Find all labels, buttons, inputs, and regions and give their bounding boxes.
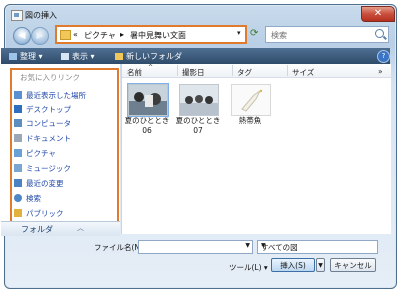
favorites-title: お気に入りリンク [20,73,80,82]
breadcrumb-current-folder[interactable]: 暑中見舞い文面 [130,30,186,41]
folder-icon [60,30,71,40]
column-divider[interactable] [177,65,178,76]
title-bar[interactable]: 図の挿入 ✕ [5,5,396,25]
help-icon[interactable]: ? [377,50,390,63]
fav-label: 検索 [26,194,41,203]
new-folder-button[interactable]: 新しいフォルダ [115,51,182,62]
fav-link-music[interactable]: ミュージック [14,163,114,177]
picture-icon [11,10,23,21]
file-name-suffix: 06 [142,126,152,135]
file-label[interactable]: 熱帯魚 [226,116,274,126]
fav-link-desktop[interactable]: デスクトップ [14,104,114,118]
breadcrumb-separator[interactable]: ▸ [120,30,124,39]
chevron-down-icon: ▼ [261,242,266,249]
search-icon[interactable] [375,29,384,38]
recent-changes-icon [14,179,22,187]
file-label[interactable]: 夏のひととき 06 [123,116,171,136]
breadcrumb-pictures[interactable]: ピクチャ [84,30,116,41]
insert-options-dropdown[interactable]: ▼ [316,258,325,272]
window-title: 図の挿入 [25,11,57,20]
cancel-button[interactable]: キャンセル [330,258,376,272]
filename-input[interactable]: ▼ [138,240,253,254]
fav-label: ピクチャ [26,149,56,158]
column-header-tags[interactable]: タグ [237,67,252,78]
file-label[interactable]: 夏のひととき 07 [174,116,222,136]
fav-label: コンピュータ [26,119,71,128]
fav-link-recent-places[interactable]: 最近表示した場所 [14,90,114,104]
file-thumbnail-photo[interactable] [179,84,219,116]
fav-label: 最近の変更 [26,179,64,188]
more-columns-icon[interactable]: » [378,67,383,76]
fav-label: デスクトップ [26,105,71,114]
fav-label: ミュージック [26,164,71,173]
file-list-pane: 名前 ^ 撮影日 タグ サイズ » 夏のひととき 06 夏のひととき 07 熱帯… [121,64,391,234]
public-folder-icon [14,209,22,217]
documents-icon [14,134,22,142]
fav-link-pictures[interactable]: ピクチャ [14,148,114,162]
fav-link-public[interactable]: パブリック [14,208,114,222]
file-name: 夏のひととき [175,116,221,125]
back-button[interactable]: ◀ [13,27,31,45]
pictures-icon [14,149,22,157]
chevron-up-icon: ︿ [77,224,84,232]
computer-icon [14,119,22,127]
new-folder-label: 新しいフォルダ [126,52,182,61]
fav-label: ドキュメント [26,134,71,143]
address-bar[interactable]: « ピクチャ ▸ 暑中見舞い文面 ▾ [55,25,247,44]
refresh-icon[interactable]: ⟳ [250,28,258,39]
cancel-label: キャンセル [334,261,372,270]
address-prefix[interactable]: « [73,30,78,39]
column-header-row: 名前 ^ 撮影日 タグ サイズ » [122,64,391,78]
photo-image [180,85,218,115]
fav-link-computer[interactable]: コンピュータ [14,118,114,132]
insert-button[interactable]: 挿入(S) [271,258,315,272]
chevron-down-icon[interactable]: ▼ [245,242,250,249]
search-folder-icon [14,194,22,202]
folders-toggle[interactable]: フォルダ ︿ [1,221,120,236]
views-button[interactable]: 表示 ▾ [61,51,95,62]
photo-image [129,85,167,115]
search-placeholder: 検索 [271,31,287,40]
fav-label: パブリック [26,209,64,218]
new-folder-icon [115,53,123,60]
column-divider[interactable] [232,65,233,76]
column-divider[interactable] [287,65,288,76]
tools-label: ツール(L) [229,263,262,272]
music-icon [14,164,22,172]
organize-label: 整理 [20,52,36,61]
file-name: 夏のひととき [124,116,170,125]
views-icon [61,53,69,60]
insert-label: 挿入(S) [280,261,306,270]
organize-icon [9,53,17,60]
column-header-name[interactable]: 名前 [127,67,142,78]
fav-link-searches[interactable]: 検索 [14,193,114,207]
views-label: 表示 [72,52,88,61]
fav-link-documents[interactable]: ドキュメント [14,133,114,147]
file-thumbnail-photo[interactable] [127,83,169,117]
column-header-date-taken[interactable]: 撮影日 [182,67,205,78]
fav-label: 最近表示した場所 [26,91,86,100]
command-toolbar: 整理 ▾ 表示 ▾ 新しいフォルダ ? [1,48,390,64]
clipart-image [241,89,263,112]
search-box[interactable]: 検索 [265,26,389,43]
sort-arrow-icon: ^ [148,64,154,71]
column-header-size[interactable]: サイズ [292,67,314,78]
file-type-select[interactable]: すべての図 ▼ [257,240,378,254]
fav-link-recent-changes[interactable]: 最近の変更 [14,178,114,192]
file-thumbnail-clipart[interactable] [231,84,271,116]
forward-button[interactable]: ▶ [31,27,49,45]
organize-button[interactable]: 整理 ▾ [9,51,43,62]
close-button[interactable]: ✕ [361,6,395,22]
folders-label: フォルダ [21,225,53,234]
file-name-suffix: 07 [193,126,203,135]
recent-places-icon [14,91,22,99]
address-dropdown-icon[interactable]: ▾ [237,29,241,37]
file-name: 熱帯魚 [238,116,262,125]
desktop-icon [14,105,22,113]
tools-menu[interactable]: ツール(L) ▾ [229,262,268,273]
